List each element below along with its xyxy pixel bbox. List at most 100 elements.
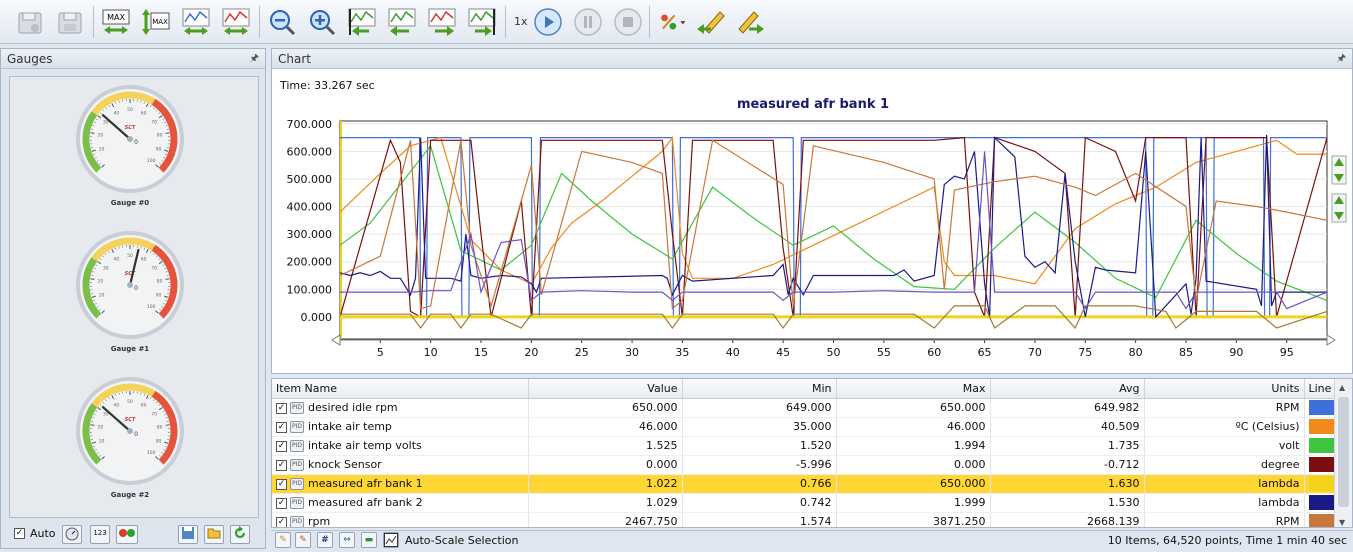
scroll-left-button[interactable] xyxy=(386,6,418,38)
percent-menu-button[interactable] xyxy=(654,6,690,38)
item-name-cell[interactable]: ✓PIDmeasured afr bank 1 xyxy=(272,474,528,493)
gauge-0[interactable]: 102030405060708090100SCT0 Gauge #0 xyxy=(74,83,186,203)
scroll-end-button[interactable] xyxy=(466,6,498,38)
line-color-cell[interactable] xyxy=(1304,455,1334,474)
gauge-tick-label: 60 xyxy=(141,256,147,262)
table-scrollbar[interactable]: ▲ ▼ xyxy=(1334,379,1352,528)
indicator-lights-button[interactable] xyxy=(116,525,138,544)
scroll-up-icon[interactable]: ▲ xyxy=(1339,383,1345,392)
table-row[interactable]: ✓PIDintake air temp volts1.5251.5201.994… xyxy=(272,436,1334,455)
chart-plot[interactable]: 700.000600.000500.000400.000300.000200.0… xyxy=(272,69,1352,373)
zoom-max-horizontal-button[interactable]: MAX xyxy=(100,6,132,38)
scroll-start-button[interactable] xyxy=(346,6,378,38)
line-style-button[interactable]: ▬ xyxy=(361,532,377,548)
column-header-avg[interactable]: Avg xyxy=(990,379,1144,398)
table-row[interactable]: ✓PIDintake air temp46.00035.00046.00040.… xyxy=(272,417,1334,436)
line-color-swatch[interactable] xyxy=(1309,400,1335,415)
column-header-value[interactable]: Value xyxy=(528,379,682,398)
line-color-cell[interactable] xyxy=(1304,474,1334,493)
units-cell: RPM xyxy=(1144,512,1304,528)
column-header-min[interactable]: Min xyxy=(682,379,836,398)
row-checkbox[interactable]: ✓ xyxy=(276,422,287,433)
auto-scale-label: Auto-Scale Selection xyxy=(405,534,519,547)
column-header-line[interactable]: Line xyxy=(1304,379,1334,398)
line-color-cell[interactable] xyxy=(1304,493,1334,512)
open-layout-button[interactable] xyxy=(204,525,224,544)
auto-checkbox[interactable]: ✓ xyxy=(14,528,25,539)
fit-horizontal-button[interactable] xyxy=(180,6,212,38)
item-name-cell[interactable]: ✓PIDintake air temp volts xyxy=(272,436,528,455)
item-name-cell[interactable]: ✓PIDmeasured afr bank 2 xyxy=(272,493,528,512)
zoom-max-vertical-button[interactable]: MAX xyxy=(140,6,172,38)
table-row[interactable]: ✓PIDmeasured afr bank 11.0220.766650.000… xyxy=(272,474,1334,493)
pin-icon[interactable]: 🖈 xyxy=(250,51,259,68)
refresh-button[interactable] xyxy=(230,525,250,544)
item-name-cell[interactable]: ✓PIDdesired idle rpm xyxy=(272,398,528,417)
table-row[interactable]: ✓PIDknock Sensor0.000-5.9960.000-0.712de… xyxy=(272,455,1334,474)
fit-width-button[interactable]: ⇔ xyxy=(339,532,355,548)
line-color-swatch[interactable] xyxy=(1309,514,1335,528)
playback-speed-label[interactable]: 1x xyxy=(514,15,528,28)
gauge-1[interactable]: 102030405060708090100SCT0 Gauge #1 xyxy=(74,229,186,349)
number-format-button[interactable]: # xyxy=(317,532,333,548)
row-checkbox[interactable]: ✓ xyxy=(276,479,287,490)
line-color-swatch[interactable] xyxy=(1309,495,1335,510)
column-header-item-name[interactable]: Item Name xyxy=(272,379,528,398)
scroll-down-icon[interactable]: ▼ xyxy=(1339,518,1345,527)
row-checkbox[interactable]: ✓ xyxy=(276,498,287,509)
table-row[interactable]: ✓PIDrpm2467.7501.5743871.2502668.139RPM xyxy=(272,512,1334,528)
table-row[interactable]: ✓PIDmeasured afr bank 21.0290.7421.9991.… xyxy=(272,493,1334,512)
gauge-brand: SCT xyxy=(125,417,136,423)
open-file-button[interactable] xyxy=(14,6,46,38)
min-cell: 35.000 xyxy=(682,417,836,436)
max-cell: 1.994 xyxy=(836,436,990,455)
save-button[interactable] xyxy=(54,6,86,38)
column-header-max[interactable]: Max xyxy=(836,379,990,398)
scroll-left-icon xyxy=(387,7,417,37)
row-checkbox[interactable]: ✓ xyxy=(276,403,287,414)
item-name-cell[interactable]: ✓PIDintake air temp xyxy=(272,417,528,436)
auto-label: Auto xyxy=(30,527,56,540)
gauge-hub xyxy=(127,282,133,288)
annotate-back-button[interactable] xyxy=(694,6,726,38)
pin-icon[interactable]: 🖈 xyxy=(1337,51,1346,68)
auto-scale-button[interactable] xyxy=(383,532,399,548)
line-color-cell[interactable] xyxy=(1304,417,1334,436)
gauge-tick-label: 10 xyxy=(99,438,105,444)
scrollbar-thumb[interactable] xyxy=(1338,397,1349,507)
scroll-right-arrow-icon[interactable] xyxy=(1327,335,1335,345)
gauge-2[interactable]: 102030405060708090100SCT0 Gauge #2 xyxy=(74,375,186,495)
item-name-cell[interactable]: ✓PIDrpm xyxy=(272,512,528,528)
column-header-units[interactable]: Units xyxy=(1144,379,1304,398)
row-checkbox[interactable]: ✓ xyxy=(276,441,287,452)
line-color-cell[interactable] xyxy=(1304,436,1334,455)
scroll-start-icon xyxy=(347,7,377,37)
row-checkbox[interactable]: ✓ xyxy=(276,517,287,528)
digital-gauge-button[interactable]: 123 xyxy=(90,525,110,544)
zoom-in-button[interactable] xyxy=(306,6,338,38)
annotate-forward-button[interactable] xyxy=(734,6,766,38)
save-layout-button[interactable] xyxy=(178,525,198,544)
table-row[interactable]: ✓PIDdesired idle rpm650.000649.000650.00… xyxy=(272,398,1334,417)
avg-cell: 40.509 xyxy=(990,417,1144,436)
stop-button[interactable] xyxy=(612,6,644,38)
x-tick-label: 75 xyxy=(1078,346,1092,359)
add-gauge-button[interactable] xyxy=(62,525,82,544)
fit-vertical-button[interactable] xyxy=(220,6,252,38)
line-color-swatch[interactable] xyxy=(1309,457,1335,472)
row-checkbox[interactable]: ✓ xyxy=(276,460,287,471)
item-name-cell[interactable]: ✓PIDknock Sensor xyxy=(272,455,528,474)
highlight-button[interactable]: ✎ xyxy=(275,532,291,548)
play-button[interactable] xyxy=(532,6,564,38)
scroll-left-arrow-icon[interactable] xyxy=(332,335,340,345)
pause-button[interactable] xyxy=(572,6,604,38)
line-color-swatch[interactable] xyxy=(1309,476,1335,491)
line-color-cell[interactable] xyxy=(1304,398,1334,417)
line-color-cell[interactable] xyxy=(1304,512,1334,528)
highlight-all-button[interactable]: ✎ xyxy=(295,532,311,548)
gauge-tick-label: 40 xyxy=(114,402,120,408)
line-color-swatch[interactable] xyxy=(1309,438,1335,453)
zoom-out-button[interactable] xyxy=(266,6,298,38)
line-color-swatch[interactable] xyxy=(1309,419,1335,434)
scroll-right-button[interactable] xyxy=(426,6,458,38)
